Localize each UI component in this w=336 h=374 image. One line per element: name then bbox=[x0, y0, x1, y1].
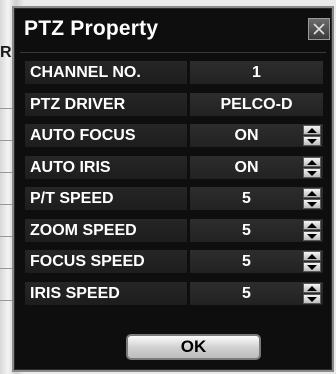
arrow-down-icon bbox=[307, 234, 317, 239]
increment-button[interactable] bbox=[303, 220, 321, 230]
property-label: IRIS SPEED bbox=[25, 282, 187, 305]
increment-button[interactable] bbox=[303, 157, 321, 167]
value-spinner[interactable] bbox=[303, 125, 321, 146]
property-label: AUTO IRIS bbox=[25, 156, 187, 179]
property-value-text: PELCO-D bbox=[220, 96, 293, 113]
property-row-zoom-speed: ZOOM SPEED 5 bbox=[14, 217, 332, 243]
arrow-down-icon bbox=[307, 265, 317, 270]
dialog-title: PTZ Property bbox=[24, 17, 159, 40]
property-value-auto-iris[interactable]: ON bbox=[190, 156, 323, 179]
arrow-up-icon bbox=[307, 128, 317, 133]
decrement-button[interactable] bbox=[303, 199, 321, 209]
arrow-up-icon bbox=[307, 191, 317, 196]
value-spinner[interactable] bbox=[303, 188, 321, 209]
property-value-text: ON bbox=[234, 127, 259, 144]
decrement-button[interactable] bbox=[303, 294, 321, 304]
property-value-text: ON bbox=[234, 159, 259, 176]
property-label: PTZ DRIVER bbox=[25, 93, 187, 116]
property-value-text: 5 bbox=[242, 190, 251, 207]
property-label: CHANNEL NO. bbox=[25, 61, 187, 84]
property-value-ptz-driver: PELCO-D bbox=[190, 93, 323, 116]
value-spinner[interactable] bbox=[303, 157, 321, 178]
property-label: P/T SPEED bbox=[25, 187, 187, 210]
value-spinner[interactable] bbox=[303, 283, 321, 304]
decrement-button[interactable] bbox=[303, 231, 321, 241]
property-label: AUTO FOCUS bbox=[25, 124, 187, 147]
ptz-property-dialog: PTZ Property CHANNEL NO. 1 PTZ DRIVER PELCO… bbox=[12, 6, 334, 372]
background-partial-text: R bbox=[0, 44, 12, 61]
value-spinner[interactable] bbox=[303, 251, 321, 272]
increment-button[interactable] bbox=[303, 188, 321, 198]
property-row-p-t-speed: P/T SPEED 5 bbox=[14, 185, 332, 211]
property-value-p-t-speed[interactable]: 5 bbox=[190, 187, 323, 210]
arrow-up-icon bbox=[307, 223, 317, 228]
increment-button[interactable] bbox=[303, 283, 321, 293]
property-value-iris-speed[interactable]: 5 bbox=[190, 282, 323, 305]
arrow-down-icon bbox=[307, 202, 317, 207]
arrow-down-icon bbox=[307, 171, 317, 176]
property-row-ptz-driver: PTZ DRIVER PELCO-D bbox=[14, 91, 332, 117]
increment-button[interactable] bbox=[303, 125, 321, 135]
property-row-iris-speed: IRIS SPEED 5 bbox=[14, 280, 332, 306]
property-label: FOCUS SPEED bbox=[25, 250, 187, 273]
property-value-text: 1 bbox=[252, 64, 261, 81]
property-value-focus-speed[interactable]: 5 bbox=[190, 250, 323, 273]
arrow-up-icon bbox=[307, 286, 317, 291]
title-divider bbox=[20, 52, 326, 53]
decrement-button[interactable] bbox=[303, 168, 321, 178]
property-row-focus-speed: FOCUS SPEED 5 bbox=[14, 248, 332, 274]
increment-button[interactable] bbox=[303, 251, 321, 261]
ok-button[interactable]: OK bbox=[126, 334, 261, 360]
property-value-zoom-speed[interactable]: 5 bbox=[190, 219, 323, 242]
arrow-up-icon bbox=[307, 254, 317, 259]
property-value-text: 5 bbox=[242, 285, 251, 302]
property-value-text: 5 bbox=[242, 222, 251, 239]
arrow-down-icon bbox=[307, 297, 317, 302]
property-row-channel-no: CHANNEL NO. 1 bbox=[14, 59, 332, 85]
decrement-button[interactable] bbox=[303, 136, 321, 146]
close-icon bbox=[313, 23, 325, 35]
property-label: ZOOM SPEED bbox=[25, 219, 187, 242]
property-row-auto-iris: AUTO IRIS ON bbox=[14, 154, 332, 180]
property-value-text: 5 bbox=[242, 253, 251, 270]
arrow-up-icon bbox=[307, 160, 317, 165]
decrement-button[interactable] bbox=[303, 262, 321, 272]
property-row-auto-focus: AUTO FOCUS ON bbox=[14, 122, 332, 148]
property-value-auto-focus[interactable]: ON bbox=[190, 124, 323, 147]
property-value-channel-no: 1 bbox=[190, 61, 323, 84]
close-button[interactable] bbox=[308, 18, 330, 40]
value-spinner[interactable] bbox=[303, 220, 321, 241]
arrow-down-icon bbox=[307, 139, 317, 144]
